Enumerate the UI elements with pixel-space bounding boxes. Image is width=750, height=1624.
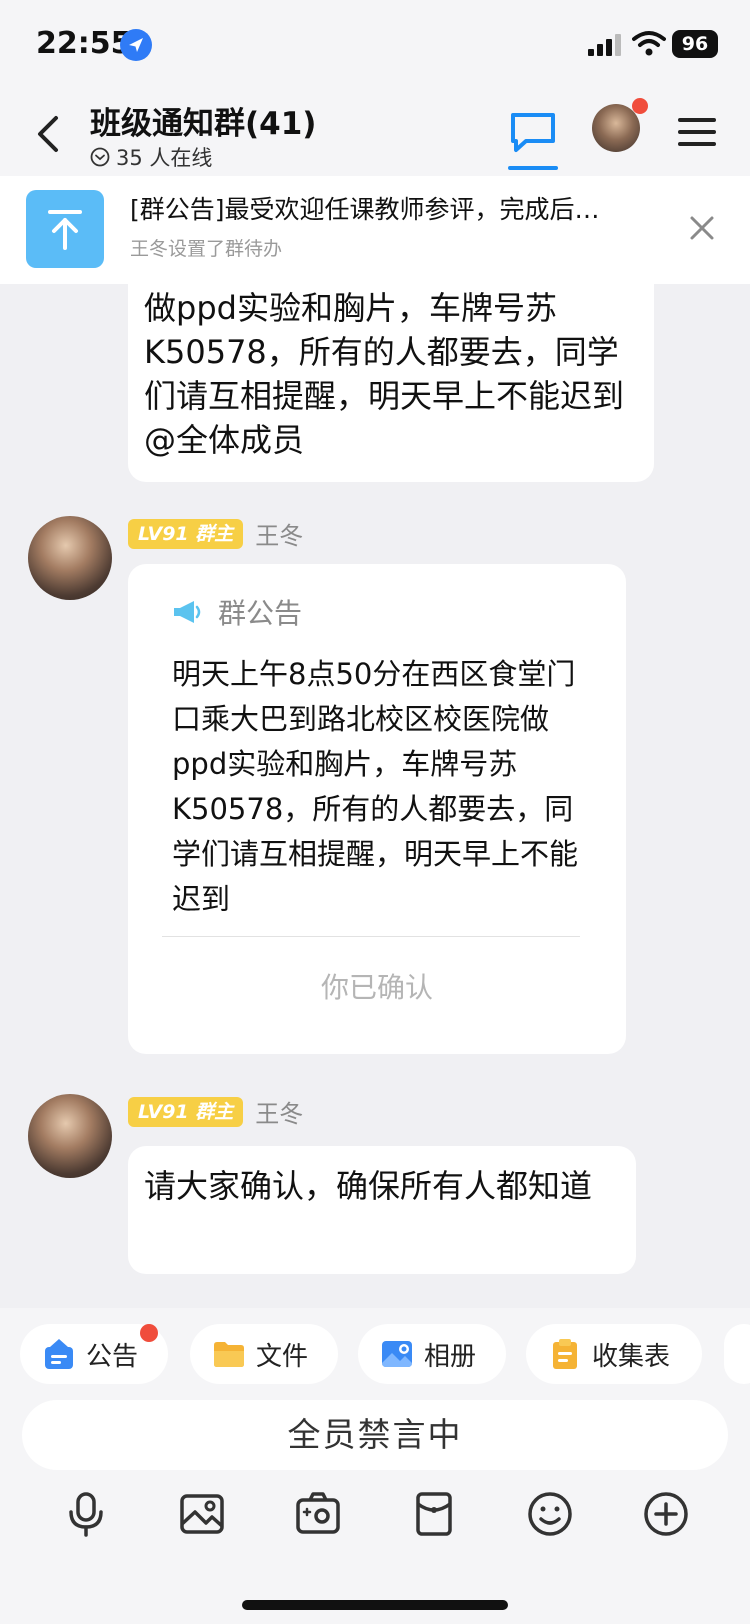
level-badge: LV91 群主 [128,518,244,549]
level-badge: LV91 群主 [128,1096,244,1127]
divider [162,936,580,937]
megaphone-icon [174,601,201,623]
status-bar: 22:55 96 [0,0,750,90]
avatar[interactable] [28,516,112,600]
message-bubble-partial[interactable]: 做ppd实验和胸片，车牌号苏K50578，所有的人都要去，同学们请互相提醒，明天… [128,264,654,482]
notice-header: 群公告 [172,592,302,632]
notice-label: 群公告 [218,597,303,630]
chip-label: 文件 [256,1341,309,1372]
chat-icon[interactable] [508,110,558,154]
status-time: 22:55 [36,26,132,61]
sender-row: LV91 群主 王冬 [128,516,303,551]
chevron-down-circle-icon [90,147,110,167]
album-button[interactable]: 相册 [358,1324,506,1384]
camera-icon[interactable] [294,1490,342,1538]
notice-icon [45,1339,73,1369]
sender-name[interactable]: 王冬 [255,516,303,551]
avatar[interactable] [592,104,640,152]
back-icon[interactable] [30,112,66,156]
location-icon [120,29,152,61]
chip-label: 公告 [86,1341,139,1372]
message-bubble[interactable]: 请大家确认，确保所有人都知道 [128,1146,636,1274]
online-count-label: 35 人在线 [116,146,213,170]
emoji-icon[interactable] [526,1490,574,1538]
chip-label: 相册 [424,1341,477,1372]
pin-up-icon [26,190,104,268]
notification-dot [140,1324,158,1342]
battery-indicator: 96 [672,30,718,58]
folder-icon [214,1342,244,1367]
image-icon[interactable] [178,1490,226,1538]
home-indicator [242,1600,508,1610]
confirmed-status: 你已确认 [320,971,433,1004]
notice-body: 明天上午8点50分在西区食堂门口乘大巴到路北校区校医院做ppd实验和胸片，车牌号… [172,657,579,916]
sender-name[interactable]: 王冬 [255,1094,303,1129]
announcement-button[interactable]: 公告 [20,1324,168,1384]
chat-tab-underline [508,166,558,170]
muted-input-bar: 全员禁言中 [22,1400,728,1470]
menu-icon[interactable] [678,116,716,148]
notification-dot [632,98,648,114]
files-button[interactable]: 文件 [190,1324,338,1384]
sender-row: LV91 群主 王冬 [128,1094,303,1129]
wifi-icon [632,31,666,56]
chat-header: 班级通知群(41) 35 人在线 [0,90,750,176]
pinned-title: [群公告]最受欢迎任课教师参评，完成后… [130,195,600,224]
redpacket-icon[interactable] [410,1490,458,1538]
more-chip[interactable] [724,1324,750,1384]
online-count[interactable]: 35 人在线 [90,142,212,172]
signal-icon [588,34,621,56]
avatar[interactable] [28,1094,112,1178]
message-text: 请大家确认，确保所有人都知道 [144,1167,593,1205]
form-button[interactable]: 收集表 [526,1324,702,1384]
close-icon[interactable] [688,214,716,242]
mic-icon[interactable] [62,1490,110,1538]
message-text: 做ppd实验和胸片，车牌号苏K50578，所有的人都要去，同学们请互相提醒，明天… [144,289,625,459]
chip-label: 收集表 [592,1341,671,1372]
bottom-panel: 公告 文件 相册 收集表 全员禁言中 [0,1308,750,1624]
pinned-subtitle: 王冬设置了群待办 [130,238,283,260]
plus-icon[interactable] [642,1490,690,1538]
chat-title[interactable]: 班级通知群(41) [90,98,316,143]
notice-card[interactable]: 群公告 明天上午8点50分在西区食堂门口乘大巴到路北校区校医院做ppd实验和胸片… [128,564,626,1054]
album-icon [382,1341,412,1367]
form-icon [553,1339,577,1369]
